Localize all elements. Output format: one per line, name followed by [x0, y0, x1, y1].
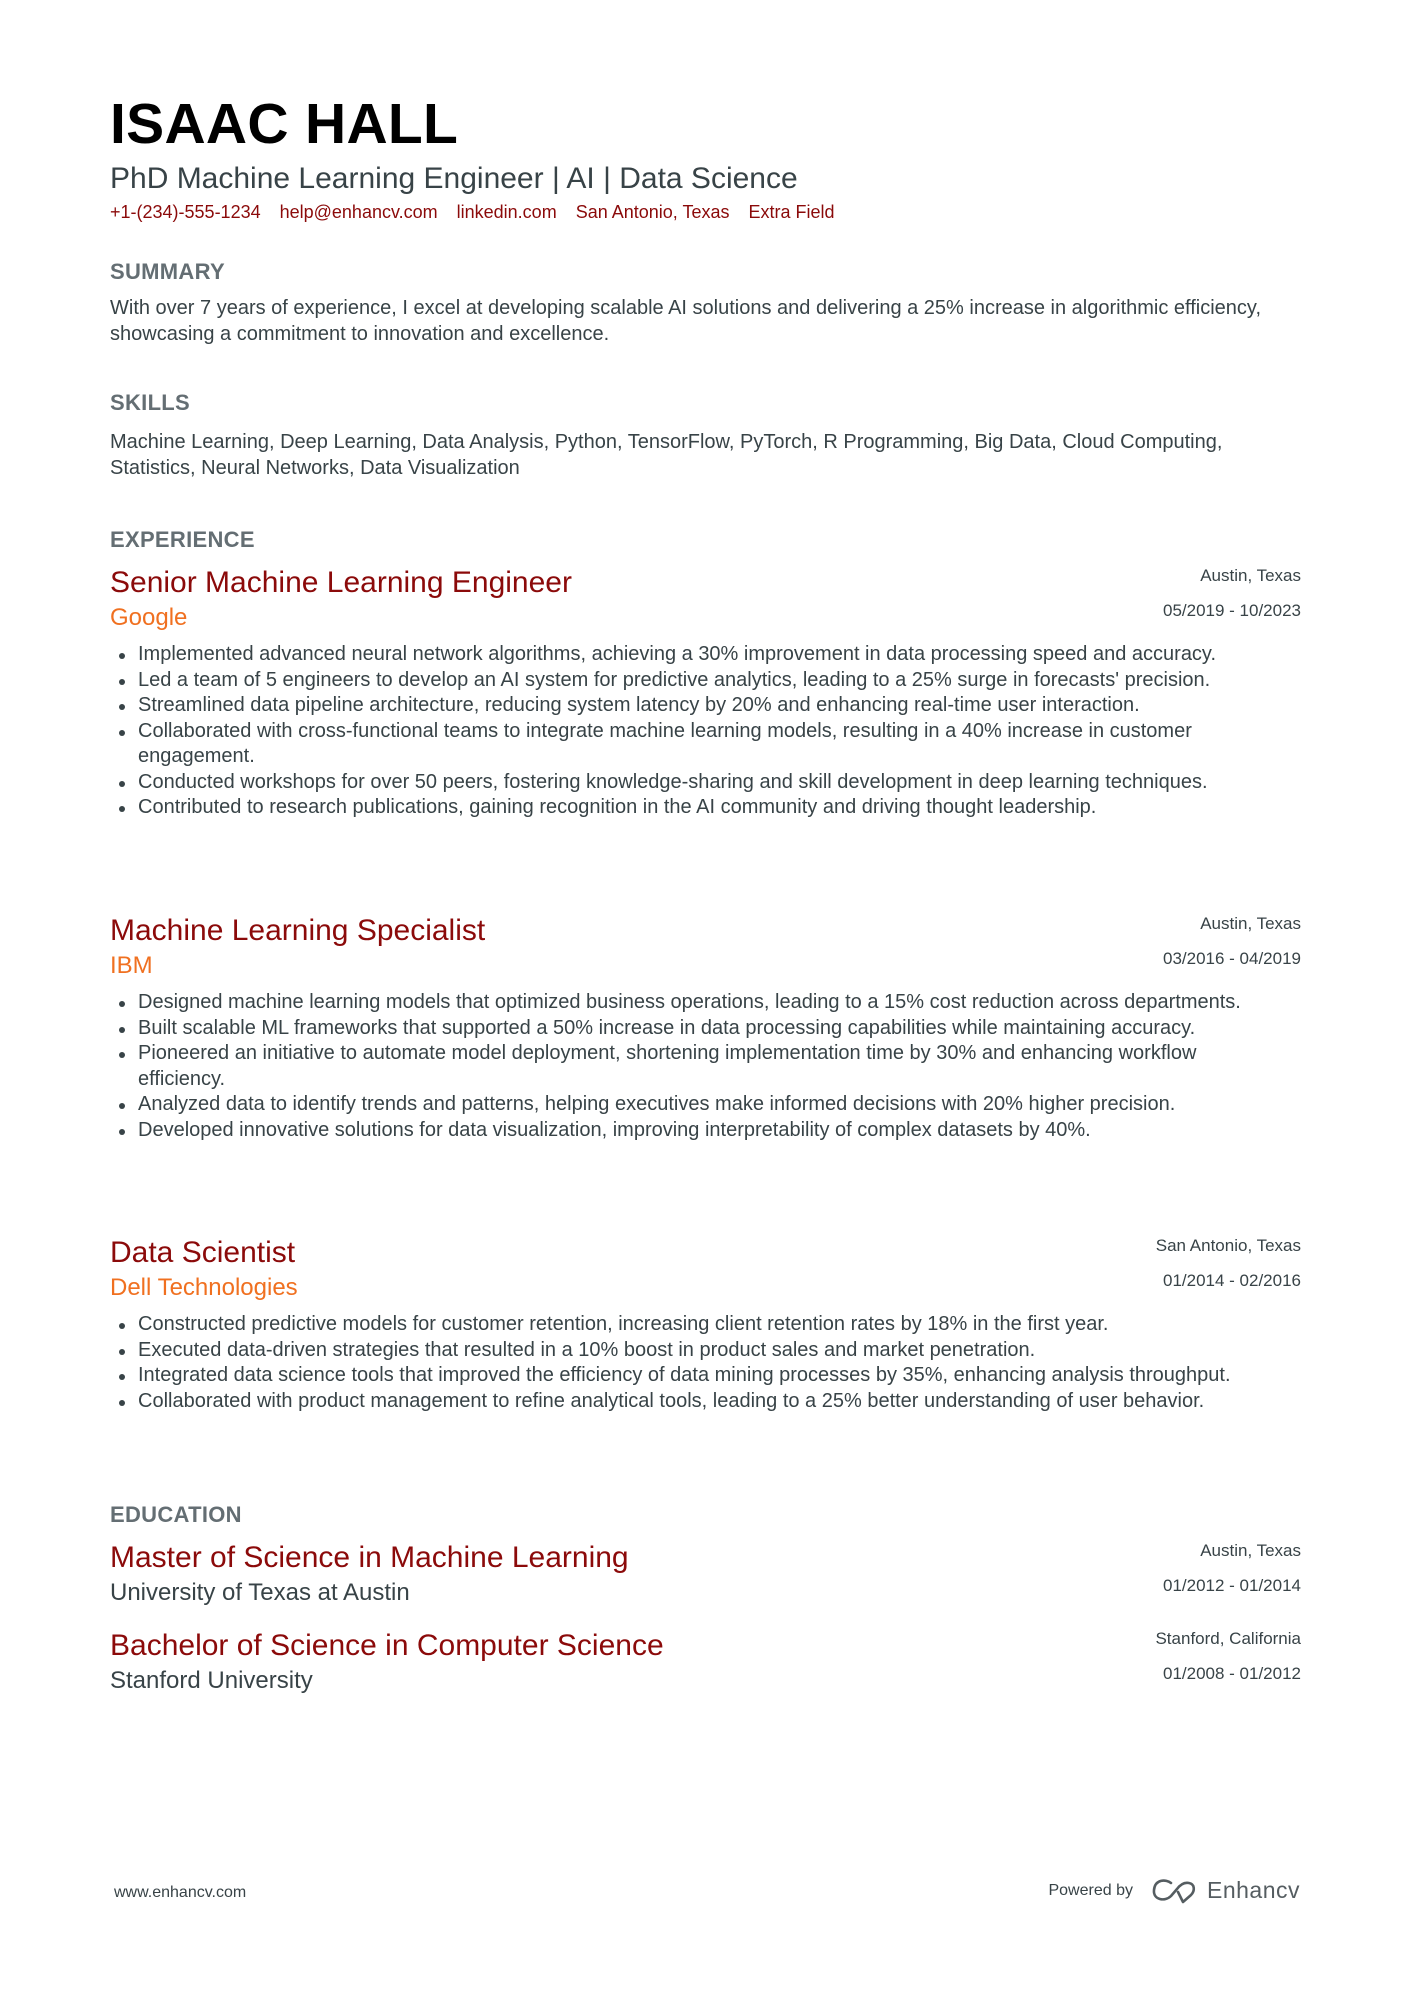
contact-bar: +1-(234)-555-1234 help@enhancv.com linke…: [110, 202, 835, 223]
candidate-name: ISAAC HALL: [110, 92, 459, 156]
education-heading: EDUCATION: [110, 1502, 242, 1527]
brand-name: Enhancv: [1206, 1877, 1300, 1903]
education-dates: 01/2012 - 01/2014: [1162, 1576, 1301, 1595]
summary-text: With over 7 years of experience, I excel…: [110, 297, 1261, 345]
bullet-item: Executed data-driven strategies that res…: [119, 1338, 1301, 1364]
job-bullets: Constructed predictive models for custom…: [110, 1312, 1301, 1414]
bullet-item: Pioneered an initiative to automate mode…: [119, 1041, 1301, 1092]
contact-location: San Antonio, Texas: [575, 202, 730, 222]
job-bullets: Designed machine learning models that op…: [110, 990, 1301, 1143]
job-title: Senior Machine Learning Engineer: [110, 566, 572, 599]
bullet-item: Collaborated with cross-functional teams…: [119, 719, 1301, 770]
bullet-item: Conducted workshops for over 50 peers, f…: [119, 770, 1301, 796]
job-location: Austin, Texas: [1200, 914, 1301, 933]
education-dates: 01/2008 - 01/2012: [1162, 1664, 1301, 1683]
contact-phone[interactable]: +1-(234)-555-1234: [110, 202, 261, 223]
contact-extra-field: Extra Field: [748, 202, 835, 222]
bullet-item: Analyzed data to identify trends and pat…: [119, 1092, 1301, 1118]
enhancv-logo-icon: [1152, 1878, 1196, 1903]
contact-linkedin[interactable]: linkedin.com: [457, 202, 557, 223]
footer-branding: Powered by Enhancv: [1048, 1877, 1300, 1904]
bullet-item: Contributed to research publications, ga…: [119, 795, 1301, 821]
bullet-item: Implemented advanced neural network algo…: [119, 642, 1301, 668]
job-dates: 01/2014 - 02/2016: [1162, 1271, 1301, 1290]
candidate-headline: PhD Machine Learning Engineer | AI | Dat…: [110, 162, 798, 195]
experience-heading: EXPERIENCE: [110, 527, 255, 552]
school-name: Stanford University: [110, 1667, 313, 1694]
job-location: San Antonio, Texas: [1155, 1236, 1301, 1255]
skills-heading: SKILLS: [110, 390, 191, 415]
bullet-item: Led a team of 5 engineers to develop an …: [119, 668, 1301, 694]
job-dates: 05/2019 - 10/2023: [1162, 601, 1301, 620]
bullet-item: Designed machine learning models that op…: [119, 990, 1301, 1016]
bullet-item: Built scalable ML frameworks that suppor…: [119, 1016, 1301, 1042]
contact-email[interactable]: help@enhancv.com: [280, 202, 438, 223]
school-name: University of Texas at Austin: [110, 1579, 410, 1606]
bullet-item: Streamlined data pipeline architecture, …: [119, 693, 1301, 719]
enhancv-brand-link[interactable]: Enhancv: [1151, 1877, 1300, 1904]
job-location: Austin, Texas: [1200, 566, 1301, 585]
company-name: Dell Technologies: [110, 1274, 298, 1301]
degree-title: Master of Science in Machine Learning: [110, 1541, 629, 1574]
school-location: Stanford, California: [1155, 1629, 1301, 1648]
skills-text: Machine Learning, Deep Learning, Data An…: [110, 431, 1223, 479]
bullet-item: Constructed predictive models for custom…: [119, 1312, 1301, 1338]
school-location: Austin, Texas: [1200, 1541, 1301, 1560]
powered-by-label: Powered by: [1048, 1881, 1133, 1899]
bullet-item: Integrated data science tools that impro…: [119, 1363, 1301, 1389]
summary-heading: SUMMARY: [110, 259, 225, 284]
degree-title: Bachelor of Science in Computer Science: [110, 1629, 664, 1662]
job-title: Data Scientist: [110, 1236, 296, 1269]
job-dates: 03/2016 - 04/2019: [1162, 949, 1301, 968]
job-bullets: Implemented advanced neural network algo…: [110, 642, 1301, 821]
bullet-item: Developed innovative solutions for data …: [119, 1118, 1301, 1144]
footer-website-link[interactable]: www.enhancv.com: [114, 1884, 246, 1902]
company-name: Google: [110, 604, 188, 631]
job-title: Machine Learning Specialist: [110, 914, 486, 947]
bullet-item: Collaborated with product management to …: [119, 1389, 1301, 1415]
company-name: IBM: [110, 952, 153, 979]
